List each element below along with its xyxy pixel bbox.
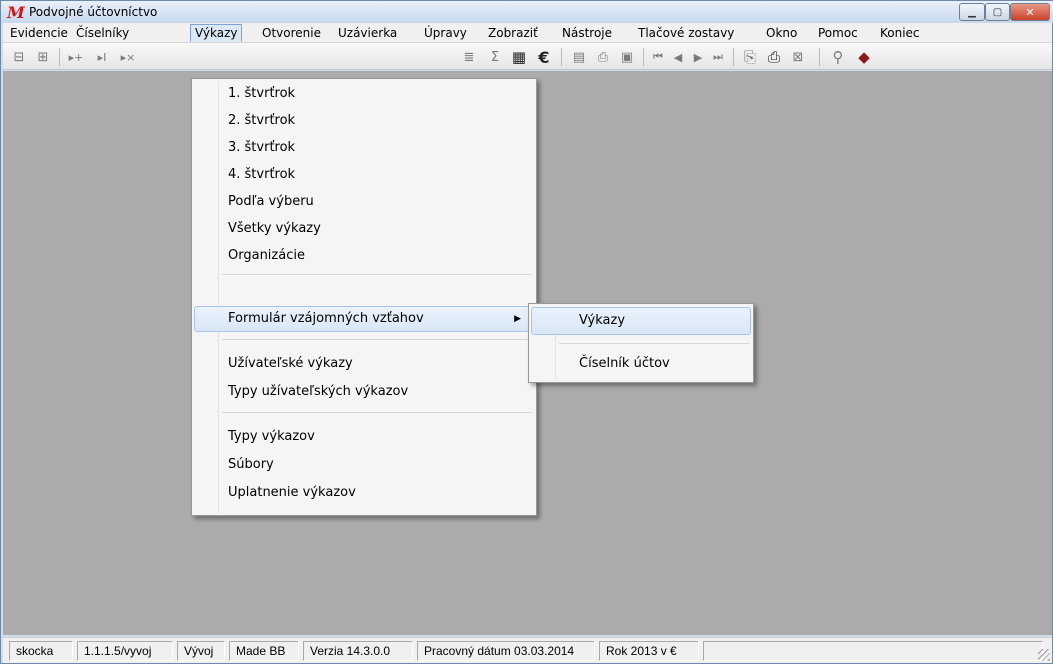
toolbar-separator — [643, 48, 644, 66]
minimize-icon: ▁ — [968, 6, 976, 18]
status-bar: skocka 1.1.1.5/vyvoj Vývoj Made BB Verzi… — [3, 637, 1052, 663]
status-author: Made BB — [229, 641, 299, 661]
menu-tlacove-zostavy[interactable]: Tlačové zostavy — [633, 24, 739, 42]
menu-uzavierka[interactable]: Uzávierka — [333, 24, 402, 42]
toolbar-separator — [561, 48, 562, 66]
menu-okno[interactable]: Okno — [761, 24, 802, 42]
menu-nastroje[interactable]: Nástroje — [557, 24, 617, 42]
remove-row-icon[interactable]: ▸× — [117, 47, 139, 67]
book-icon[interactable]: ◆ — [853, 47, 875, 67]
vykazy-dropdown-menu: 1. štvrťrok 2. štvrťrok 3. štvrťrok 4. š… — [191, 78, 537, 516]
search-icon[interactable]: ⚲ — [827, 47, 849, 67]
grid-icon[interactable]: ≣ — [459, 47, 479, 67]
status-year: Rok 2013 v € — [599, 641, 699, 661]
menu-item-quarter-3[interactable]: 3. štvrťrok — [194, 135, 534, 161]
euro-icon[interactable]: € — [533, 47, 555, 67]
menu-item-by-selection[interactable]: Podľa výberu — [194, 189, 534, 215]
menu-koniec[interactable]: Koniec — [875, 24, 925, 42]
menu-item-relations-form[interactable]: Formulár vzájomných vzťahov ▶ — [194, 306, 534, 332]
status-empty-panel — [703, 641, 1043, 661]
maximize-button[interactable]: ▢ — [985, 3, 1010, 21]
next-record-icon[interactable]: ▶ — [689, 47, 707, 67]
menu-item-user-reports[interactable]: Užívateľské výkazy — [194, 351, 534, 377]
calculator-icon[interactable]: ▦ — [509, 47, 529, 67]
properties-icon[interactable]: ▣ — [617, 47, 637, 67]
menu-otvorenie[interactable]: Otvorenie — [257, 24, 326, 42]
submenu-item-reports[interactable]: Výkazy — [531, 307, 751, 335]
menu-ciselniky[interactable]: Číselníky — [71, 24, 134, 42]
first-record-icon[interactable]: ⏮ — [649, 47, 667, 67]
menu-separator — [222, 412, 532, 413]
menu-item-user-report-types[interactable]: Typy užívateľských výkazov — [194, 379, 534, 405]
menu-separator — [559, 343, 749, 344]
title-bar[interactable]: M Podvojné účtovníctvo ▁ ▢ ✕ — [1, 1, 1053, 23]
menu-vykazy[interactable]: Výkazy — [190, 24, 243, 42]
maximize-icon: ▢ — [992, 6, 1003, 18]
insert-record-icon[interactable]: ⊟ — [9, 47, 29, 67]
menu-separator — [222, 339, 532, 340]
status-database: 1.1.1.5/vyvoj — [77, 641, 173, 661]
menu-item-report-application[interactable]: Uplatnenie výkazov — [194, 480, 534, 506]
menu-item-quarter-4[interactable]: 4. štvrťrok — [194, 162, 534, 188]
menu-item-all-reports[interactable]: Všetky výkazy — [194, 216, 534, 242]
minimize-button[interactable]: ▁ — [959, 3, 985, 21]
submenu-item-chart-of-accounts[interactable]: Číselník účtov — [531, 350, 751, 378]
note-icon[interactable]: ▤ — [569, 47, 589, 67]
close-icon: ✕ — [1025, 5, 1035, 19]
report-icon[interactable]: ⊠ — [787, 47, 809, 67]
export-icon[interactable]: ⎙ — [593, 47, 613, 67]
menu-item-files[interactable]: Súbory — [194, 452, 534, 478]
toolbar: ⊟ ⊞ ▸+ ▸I ▸× ≣ Σ ▦ € ▤ ⎙ ▣ ⏮ ◀ ▶ ⏭ ⎘ ⎙ ⊠… — [3, 43, 1052, 70]
print-icon[interactable]: ⎙ — [763, 47, 785, 67]
print-preview-icon[interactable]: ⎘ — [739, 47, 761, 67]
app-logo-icon: M — [7, 3, 25, 22]
insert-row-icon[interactable]: ▸I — [91, 47, 113, 67]
menu-item-quarter-2[interactable]: 2. štvrťrok — [194, 108, 534, 134]
menu-item-organizations[interactable]: Organizácie — [194, 243, 534, 269]
status-environment: Vývoj — [177, 641, 225, 661]
status-version: Verzia 14.3.0.0 — [303, 641, 413, 661]
status-working-date: Pracovný dátum 03.03.2014 — [417, 641, 595, 661]
menu-upravy[interactable]: Úpravy — [419, 24, 472, 42]
last-record-icon[interactable]: ⏭ — [709, 47, 727, 67]
menu-pomoc[interactable]: Pomoc — [813, 24, 863, 42]
menu-item-label: Formulár vzájomných vzťahov — [228, 311, 424, 326]
window-title: Podvojné účtovníctvo — [29, 5, 158, 19]
menu-evidencie[interactable]: Evidencie — [5, 24, 73, 42]
resize-grip[interactable] — [1038, 649, 1050, 661]
status-user: skocka — [9, 641, 73, 661]
add-row-icon[interactable]: ▸+ — [65, 47, 87, 67]
toolbar-separator — [733, 48, 734, 66]
menu-item-report-types[interactable]: Typy výkazov — [194, 424, 534, 450]
delete-record-icon[interactable]: ⊞ — [33, 47, 53, 67]
submenu-arrow-icon: ▶ — [514, 314, 521, 324]
sum-icon[interactable]: Σ — [485, 47, 505, 67]
toolbar-separator — [59, 48, 60, 66]
menu-separator — [222, 274, 532, 275]
menu-item-quarter-1[interactable]: 1. štvrťrok — [194, 81, 534, 107]
menu-bar: Evidencie Číselníky Výkazy Otvorenie Uzá… — [3, 23, 1052, 43]
close-button[interactable]: ✕ — [1010, 3, 1050, 21]
toolbar-separator — [819, 48, 820, 66]
prev-record-icon[interactable]: ◀ — [669, 47, 687, 67]
menu-zobrazit[interactable]: Zobraziť — [483, 24, 543, 42]
relations-form-submenu: Výkazy Číselník účtov — [528, 303, 754, 383]
